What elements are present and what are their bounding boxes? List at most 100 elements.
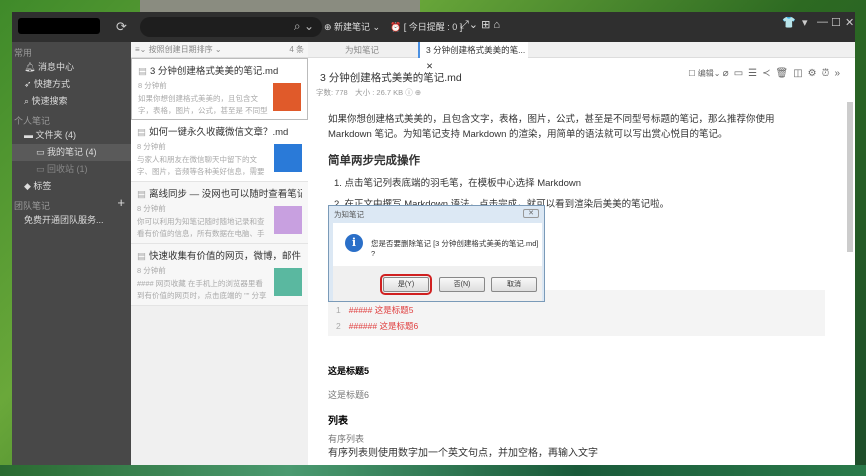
sidebar-item-my-notes[interactable]: ▭ 我的笔记 (4) — [12, 144, 131, 161]
paragraph: 有序列表则使用数字加一个英文句点，并加空格，再输入文字 — [328, 448, 598, 459]
close-icon[interactable]: ✕ — [845, 16, 854, 29]
folder-icon: ▭ — [36, 164, 48, 174]
note-summary: 与家人和朋友在微信聊天中留下的文字、图片，音频等各种美好信息，需要保存起来收好？… — [137, 155, 265, 176]
delete-icon[interactable]: 🗑︎ — [776, 68, 794, 79]
note-icon: ▤ — [137, 189, 146, 200]
tab-bar: 为知笔记 3 分钟创建格式美美的笔... ✕ — [308, 42, 855, 71]
search-icon[interactable]: ⌕ ⌄ — [294, 19, 314, 34]
heading: 简单两步完成操作 — [328, 155, 420, 167]
info-icon: i — [345, 234, 363, 252]
label: 快速搜索 — [31, 96, 68, 106]
alarm-icon[interactable]: ⏰︎ — [822, 68, 835, 79]
note-thumbnail — [274, 144, 302, 172]
list-item[interactable]: ▤ 如何一键永久收藏微信文章？.md 8 分钟前 与家人和朋友在微信聊天中留下的文字、… — [131, 120, 308, 182]
meta-text: 字数: 778 大小 : 26.7 KB — [316, 88, 404, 97]
no-button[interactable]: 否(N) — [439, 277, 485, 292]
list-item: 1. 点击笔记列表底端的羽毛笔，在模板中心选择 Markdown — [334, 178, 582, 189]
cancel-button[interactable]: 取消 — [491, 277, 537, 292]
close-icon[interactable]: ✕ — [523, 209, 539, 218]
sidebar-item-recycle[interactable]: ▭ 回收站 (1) — [12, 161, 131, 178]
settings-icon[interactable]: ⚙ — [808, 68, 822, 79]
heading: 这是标题6 — [328, 390, 370, 400]
label: 标签 — [33, 181, 52, 191]
label: 快捷方式 — [34, 79, 71, 89]
list-item[interactable]: ▤ 3 分钟创建格式美美的笔记.md 8 分钟前 如果你想创建格式美美的，且包含文字，… — [131, 58, 308, 120]
dialog-title: 为知笔记 ✕ — [329, 206, 544, 221]
note-icon: ▤ — [138, 66, 147, 77]
info-icon[interactable]: ⓘ — [405, 88, 413, 97]
heading: 列表 — [328, 416, 348, 427]
label: 文件夹 (4) — [35, 130, 77, 140]
sidebar-item-messages[interactable]: 🔔︎ 消息中心 — [12, 59, 131, 76]
edit-button[interactable]: ☐ 编辑⌄ — [688, 69, 722, 78]
skin-icon[interactable]: 👕 — [782, 16, 796, 29]
note-summary: 如果你想创建格式美美的，且包含文字，表格，图片，公式，甚至是 不同型号标题的笔记… — [138, 94, 268, 115]
attachment-icon[interactable]: ⌀ — [723, 68, 734, 79]
note-thumbnail — [274, 268, 302, 296]
layout-icon[interactable]: ⤢⌄ ⊞ ⌂ — [460, 18, 500, 32]
yes-button[interactable]: 是(Y) — [380, 274, 432, 295]
reminder-button[interactable]: ⏰ [ 今日提醒 : 0 ] — [390, 20, 462, 33]
view-icon[interactable]: ◫ — [793, 68, 807, 79]
sidebar-item-folder[interactable]: ▬ 文件夹 (4) — [12, 127, 131, 144]
comment-icon[interactable]: ▭ — [734, 68, 748, 79]
account-logo[interactable] — [18, 18, 100, 34]
section-team: 团队笔记 + — [12, 195, 131, 212]
note-icon: ▤ — [137, 251, 146, 262]
note-title: 3 分钟创建格式美美的笔记.md — [149, 66, 279, 77]
tab-wiz[interactable]: 为知笔记 — [308, 42, 416, 58]
tab-current-note[interactable]: 3 分钟创建格式美美的笔... ✕ — [418, 42, 528, 71]
label: 回收站 (1) — [47, 164, 88, 174]
tag-icon: ◆ — [24, 181, 34, 191]
sidebar-item-search[interactable]: ⌕ 快速搜索 — [12, 93, 131, 110]
add-icon[interactable]: + — [117, 195, 125, 210]
dialog-title-text: 为知笔记 — [334, 210, 364, 219]
desktop-bg — [0, 465, 866, 476]
confirm-dialog: 为知笔记 ✕ i 您是否要删除笔记 [3 分钟创建格式美美的笔记.md] ? 是(Y… — [328, 205, 545, 302]
rocket-icon: ➶ — [24, 79, 35, 89]
folder-icon: ▬ — [24, 130, 36, 140]
bell-icon: 🔔︎ — [24, 62, 38, 72]
code-line: ###### 这是标题6 — [348, 321, 419, 331]
paragraph: 如果你想创建格式美美的，且包含文字，表格，图片，公式，甚至是不同型号标题的笔记，… — [328, 114, 775, 140]
note-meta: 字数: 778 大小 : 26.7 KB ⓘ ⊕ — [316, 87, 421, 98]
note-summary: #### 网页收藏 在手机上的浏览器里看到有价值的网页时，点击底端的 "" 分享… — [137, 279, 267, 300]
sort-icon[interactable]: ≡⌄ — [135, 45, 149, 54]
section-personal: 个人笔记 — [14, 116, 51, 126]
dialog-message: 您是否要删除笔记 [3 分钟创建格式美美的笔记.md] ? — [371, 239, 539, 258]
scrollbar[interactable] — [847, 102, 853, 252]
outline-icon[interactable]: ☰ — [748, 68, 762, 79]
search-input[interactable]: ⌕ ⌄ — [140, 17, 322, 37]
list-header: ≡⌄ 按照创建日期排序 ⌄ 4 条 — [131, 42, 308, 58]
tab-label: 3 分钟创建格式美美的笔... — [426, 45, 526, 55]
maximize-icon[interactable]: ☐ — [831, 16, 841, 29]
code-line: ##### 这是标题5 — [348, 305, 414, 315]
edit-label: 编辑 — [697, 69, 714, 78]
label: 消息中心 — [37, 62, 74, 72]
menu-icon[interactable]: ▾ — [802, 16, 808, 29]
note-thumbnail — [274, 206, 302, 234]
team-service-link[interactable]: 免费开通团队服务... — [12, 212, 131, 229]
list-item[interactable]: ▤快速收集有价值的网页，微博，邮件！.md8 分钟前#### 网页收藏 在手机上… — [131, 244, 308, 306]
note-title: 如何一键永久收藏微信文章？.md — [148, 127, 289, 138]
minimize-icon[interactable]: — — [817, 16, 828, 28]
section-common: 常用 — [14, 48, 33, 58]
new-note-button[interactable]: ⊕ 新建笔记 ⌄ — [324, 20, 380, 33]
sidebar-item-tags[interactable]: ◆ 标签 — [12, 178, 131, 195]
list-item[interactable]: ▤离线同步 — 没网也可以随时查看笔记.md8 分钟前你可以利用为知笔记随时随地… — [131, 182, 308, 244]
note-title: 快速收集有价值的网页，微博，邮件！.md — [148, 251, 302, 262]
folder-icon: ▭ — [36, 147, 48, 157]
dialog-footer: 是(Y) 否(N) 取消 — [333, 266, 542, 301]
note-thumbnail — [273, 83, 301, 111]
heading: 这是标题5 — [328, 366, 370, 376]
sync-icon[interactable]: ⟳ — [116, 19, 127, 35]
more-icon[interactable]: » — [834, 68, 845, 79]
note-title: 3 分钟创建格式美美的笔记.md — [320, 72, 462, 84]
sidebar: 常用 🔔︎ 消息中心 ➶ 快捷方式 ⌕ 快速搜索 个人笔记 ▬ 文件夹 (4) … — [12, 42, 131, 465]
note-summary: 你可以利用为知笔记随时随地记录和查看有价值的信息，所有数据在电脑、手机、平板、.… — [137, 217, 265, 238]
sort-dropdown[interactable]: 按照创建日期排序 ⌄ — [149, 45, 222, 54]
share-icon[interactable]: ≺ — [762, 68, 775, 79]
sidebar-item-shortcuts[interactable]: ➶ 快捷方式 — [12, 76, 131, 93]
add-icon[interactable]: ⊕ — [415, 88, 421, 97]
title-bar: ⟳ ⌕ ⌄ ⊕ 新建笔记 ⌄ ⏰ [ 今日提醒 : 0 ] ⤢⌄ ⊞ ⌂ 👕 ▾… — [12, 12, 855, 42]
